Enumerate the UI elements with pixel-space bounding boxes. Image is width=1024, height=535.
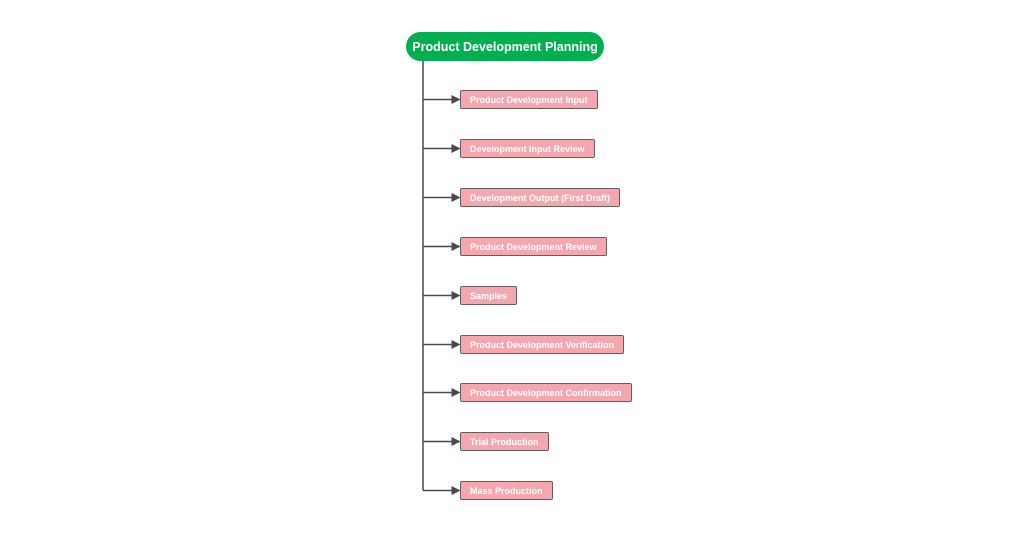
step-node-product-development-confirmation[interactable]: Product Development Confirmation	[460, 383, 632, 402]
root-node-title[interactable]: Product Development Planning	[406, 32, 604, 61]
step-node-development-output-first-draft[interactable]: Development Output (First Draft)	[460, 188, 621, 207]
connector-lines	[422, 61, 461, 495]
step-node-product-development-review[interactable]: Product Development Review	[460, 237, 607, 256]
step-node-mass-production[interactable]: Mass Production	[460, 481, 553, 500]
step-node-samples[interactable]: Samples	[460, 286, 518, 305]
step-node-product-development-verification[interactable]: Product Development Verification	[460, 335, 625, 354]
step-node-product-development-input[interactable]: Product Development Input	[460, 90, 598, 109]
step-node-trial-production[interactable]: Trial Production	[460, 432, 549, 451]
step-node-development-input-review[interactable]: Development Input Review	[460, 139, 595, 158]
